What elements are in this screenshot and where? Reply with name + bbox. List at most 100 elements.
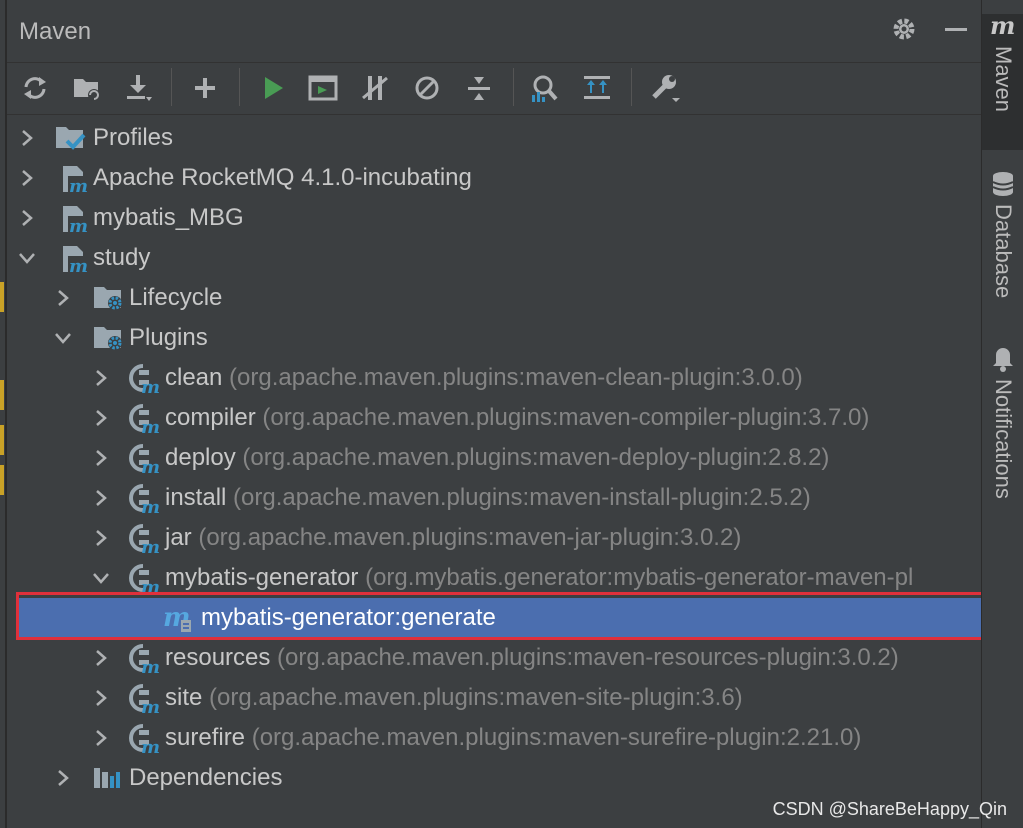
sidebar-tab-label: Database [991, 204, 1016, 299]
tree-label: Lifecycle [129, 284, 223, 311]
chevron-right-icon[interactable] [91, 638, 111, 678]
reload-icon[interactable] [17, 70, 53, 106]
plus-icon[interactable] [187, 70, 223, 106]
analyze-icon[interactable] [527, 70, 563, 106]
tree-item-project[interactable]: m mybatis_MBG [7, 198, 981, 238]
plugin-name: mybatis-generator [165, 564, 359, 591]
plugin-coordinates: (org.apache.maven.plugins:maven-install-… [233, 484, 811, 511]
tree-item-plugin[interactable]: m install (org.apache.maven.plugins:mave… [7, 478, 981, 518]
chevron-right-icon[interactable] [91, 438, 111, 478]
chevron-right-icon[interactable] [53, 278, 73, 318]
collapse-icon[interactable] [461, 70, 497, 106]
tree-label: Plugins [129, 324, 208, 351]
tree-label: Profiles [93, 124, 174, 151]
terminal-icon[interactable] [305, 70, 341, 106]
plugin-coordinates: (org.mybatis.generator:mybatis-generator… [365, 564, 914, 591]
add-folder-icon[interactable] [69, 70, 105, 106]
maven-plugin-icon: m [129, 564, 160, 598]
run-icon[interactable] [255, 70, 291, 106]
gear-icon[interactable] [889, 14, 919, 44]
watermark: CSDN @ShareBeHappy_Qin [772, 799, 1007, 819]
svg-text:m: m [141, 457, 160, 474]
skip-tests-icon[interactable] [409, 70, 445, 106]
chevron-right-icon[interactable] [17, 118, 37, 158]
dependencies-icon [93, 764, 123, 792]
bell-icon [993, 348, 1013, 372]
edge-marker [0, 425, 4, 455]
sidebar-tab-maven[interactable]: m Maven [982, 14, 1023, 150]
maven-plugin-icon: m [129, 444, 160, 478]
tree-item-plugin[interactable]: m clean (org.apache.maven.plugins:maven-… [7, 358, 981, 398]
tree-label: Dependencies [129, 764, 283, 791]
plugin-name: install [165, 484, 227, 511]
tree-item-dependencies[interactable]: Dependencies [7, 758, 981, 798]
plugin-coordinates: (org.apache.maven.plugins:maven-compiler… [262, 404, 870, 431]
toggle-offline-icon[interactable] [357, 70, 393, 106]
svg-text:m: m [141, 417, 160, 434]
edge-marker [0, 380, 4, 410]
highlight-annotation [16, 592, 986, 640]
plugin-name: resources [165, 644, 271, 671]
sidebar-tab-notifications[interactable]: Notifications [982, 345, 1023, 499]
wrench-icon[interactable] [647, 70, 683, 106]
maven-plugin-icon: m [129, 724, 160, 758]
plugin-coordinates: (org.apache.maven.plugins:maven-jar-plug… [198, 524, 742, 551]
tool-window-header: Maven [7, 0, 981, 63]
svg-text:m: m [69, 176, 88, 194]
chevron-down-icon[interactable] [17, 238, 37, 278]
panel-title: Maven [19, 18, 92, 45]
plugin-coordinates: (org.apache.maven.plugins:maven-resource… [277, 644, 899, 671]
tree-item-project[interactable]: m study [7, 238, 981, 278]
tree-item-lifecycle[interactable]: Lifecycle [7, 278, 981, 318]
chevron-right-icon[interactable] [91, 678, 111, 718]
svg-text:m: m [69, 216, 88, 234]
left-edge-strip [0, 0, 5, 828]
tree-item-project[interactable]: m Apache RocketMQ 4.1.0-incubating [7, 158, 981, 198]
sidebar-tab-label: Notifications [991, 379, 1016, 499]
maven-icon: m [990, 14, 1015, 40]
chevron-right-icon[interactable] [91, 478, 111, 518]
plugin-coordinates: (org.apache.maven.plugins:maven-clean-pl… [229, 364, 803, 391]
lifecycle-folder-icon [93, 284, 123, 312]
tree-item-plugins[interactable]: Plugins [7, 318, 981, 358]
tree-item-profiles[interactable]: Profiles [7, 118, 981, 158]
chevron-right-icon[interactable] [53, 758, 73, 798]
chevron-right-icon[interactable] [17, 198, 37, 238]
plugin-coordinates: (org.apache.maven.plugins:maven-surefire… [251, 724, 862, 751]
maven-plugin-icon: m [129, 364, 160, 398]
tree-label: study [93, 244, 151, 271]
tree-item-plugin[interactable]: m surefire (org.apache.maven.plugins:mav… [7, 718, 981, 758]
svg-text:m: m [69, 256, 88, 274]
chevron-right-icon[interactable] [91, 718, 111, 758]
chevron-right-icon[interactable] [91, 358, 111, 398]
plugin-coordinates: (org.apache.maven.plugins:maven-site-plu… [209, 684, 743, 711]
chevron-right-icon[interactable] [91, 398, 111, 438]
plugin-name: deploy [165, 444, 236, 471]
plugin-name: site [165, 684, 203, 711]
plugin-name: surefire [165, 724, 246, 751]
tree-item-plugin[interactable]: m jar (org.apache.maven.plugins:maven-ja… [7, 518, 981, 558]
maven-project-icon: m [59, 204, 89, 237]
svg-text:m: m [141, 377, 160, 394]
chevron-right-icon[interactable] [17, 158, 37, 198]
plugin-name: jar [165, 524, 192, 551]
tree-item-plugin[interactable]: m resources (org.apache.maven.plugins:ma… [7, 638, 981, 678]
download-icon[interactable] [121, 70, 157, 106]
maven-plugin-icon: m [129, 404, 160, 438]
plugin-name: clean [165, 364, 223, 391]
toolbar-separator [171, 68, 172, 106]
tree-label: Apache RocketMQ 4.1.0-incubating [93, 164, 472, 191]
show-deps-icon[interactable] [579, 70, 615, 106]
edge-marker [0, 282, 4, 312]
tree-label: mybatis_MBG [93, 204, 244, 231]
tree-item-plugin[interactable]: m site (org.apache.maven.plugins:maven-s… [7, 678, 981, 718]
tree-item-plugin[interactable]: m deploy (org.apache.maven.plugins:maven… [7, 438, 981, 478]
sidebar-tab-database[interactable]: Database [982, 170, 1023, 298]
chevron-right-icon[interactable] [91, 518, 111, 558]
minimize-icon[interactable] [941, 14, 971, 44]
chevron-down-icon[interactable] [53, 318, 73, 358]
maven-toolbar [7, 62, 981, 115]
tree-item-plugin[interactable]: m compiler (org.apache.maven.plugins:mav… [7, 398, 981, 438]
toolbar-separator [239, 68, 240, 106]
edge-marker [0, 465, 4, 495]
